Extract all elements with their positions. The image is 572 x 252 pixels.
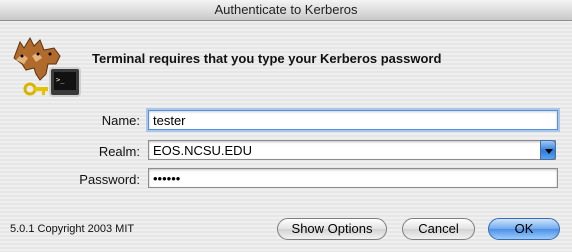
window-title: Authenticate to Kerberos	[0, 0, 572, 21]
realm-combobox[interactable]: EOS.NCSU.EDU	[148, 140, 556, 160]
copyright-text: 5.0.1 Copyright 2003 MIT	[10, 223, 135, 235]
terminal-icon: >_	[49, 67, 81, 97]
show-options-button[interactable]: Show Options	[277, 218, 387, 240]
realm-label: Realm:	[98, 144, 140, 159]
realm-value: EOS.NCSU.EDU	[153, 143, 252, 158]
password-label: Password:	[79, 172, 140, 187]
ok-button[interactable]: OK	[488, 218, 560, 240]
cancel-button[interactable]: Cancel	[402, 218, 475, 240]
key-icon	[23, 82, 48, 96]
svg-text:>_: >_	[56, 76, 65, 84]
password-field[interactable]: ••••••	[148, 168, 558, 188]
kerberos-icon: >_	[10, 34, 86, 98]
chevron-down-icon[interactable]	[540, 140, 556, 160]
dialog-message: Terminal requires that you type your Ker…	[92, 51, 442, 66]
name-label: Name:	[101, 113, 140, 128]
name-field[interactable]: tester	[148, 110, 558, 130]
